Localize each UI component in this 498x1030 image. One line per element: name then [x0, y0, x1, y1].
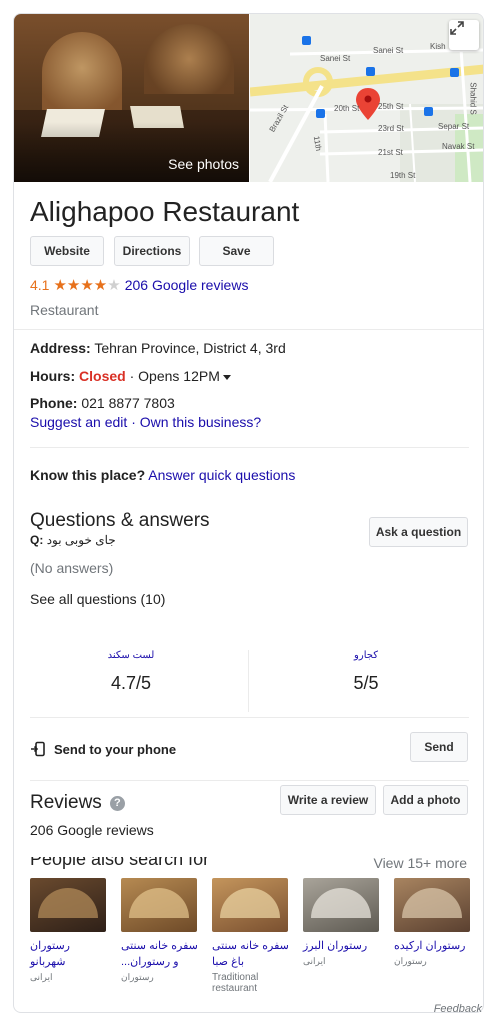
- ask-question-button[interactable]: Ask a question: [369, 517, 468, 547]
- separator-dot: ·: [131, 414, 136, 430]
- pas-item[interactable]: رستوران ارکیده رستوران: [394, 878, 472, 967]
- chevron-down-icon[interactable]: [222, 374, 231, 380]
- know-this-place: Know this place? Answer quick questions: [30, 467, 295, 483]
- reviews-link[interactable]: 206 Google reviews: [125, 277, 249, 293]
- pas-thumbnail: [303, 878, 379, 932]
- photo-decor-arch: [144, 24, 234, 94]
- address-label: Address:: [30, 340, 91, 356]
- star-rating-icon: ★★★★★: [53, 277, 121, 294]
- pas-name: سفره خانه سنتی و رستوران...: [121, 940, 198, 968]
- hours-status: Closed: [79, 368, 126, 384]
- see-photos-label[interactable]: See photos: [168, 156, 239, 172]
- map-label: 20th St: [334, 104, 360, 113]
- map-label: Separ St: [438, 122, 470, 131]
- phone-label: Phone:: [30, 395, 78, 411]
- review-source-name: کجارو: [354, 650, 378, 661]
- pas-item[interactable]: رستوران البرز ایرانی: [303, 878, 381, 967]
- send-to-phone-row: Send to your phone: [30, 741, 176, 757]
- website-button[interactable]: Website: [30, 236, 104, 266]
- map-label: Sanei St: [373, 46, 404, 55]
- pas-name: سفره خانه سنتی باغ صبا: [212, 940, 289, 968]
- phone-value[interactable]: 021 8877 7803: [81, 395, 174, 411]
- send-button[interactable]: Send: [410, 732, 468, 762]
- feedback-link[interactable]: Feedback: [434, 1003, 482, 1015]
- map-label: Navak St: [442, 142, 475, 151]
- qa-question-prefix: Q:: [30, 533, 44, 547]
- category-label: Restaurant: [30, 302, 99, 318]
- review-source-stat[interactable]: کجارو 5/5: [249, 650, 483, 694]
- review-source-name: لست سکند: [107, 650, 155, 661]
- map-label: 19th St: [390, 171, 416, 180]
- map-label: Kish: [430, 42, 446, 51]
- rating-value: 4.1: [30, 277, 50, 293]
- map-label: 25th St: [378, 102, 404, 111]
- pas-thumbnail: [121, 878, 197, 932]
- divider: [30, 717, 469, 718]
- pas-item[interactable]: سفره خانه سنتی و رستوران... رستوران: [121, 878, 199, 983]
- restaurant-photo[interactable]: See photos: [14, 14, 249, 182]
- photo-shade: [14, 122, 249, 182]
- reviews-heading-row: Reviews ?: [30, 792, 125, 814]
- place-title: Alighapoo Restaurant: [30, 196, 300, 227]
- hours-opens: · Opens 12PM: [129, 368, 220, 384]
- pas-item[interactable]: رستوران شهربانو ایرانی: [30, 878, 108, 983]
- edit-links: Suggest an edit · Own this business?: [30, 414, 261, 430]
- help-icon[interactable]: ?: [109, 795, 125, 811]
- map-label: 23rd St: [378, 124, 404, 133]
- know-label: Know this place?: [30, 467, 146, 483]
- own-business-link[interactable]: Own this business?: [140, 414, 261, 430]
- qa-no-answers: (No answers): [30, 560, 114, 576]
- pas-thumbnail: [212, 878, 288, 932]
- review-source-stat[interactable]: لست سکند 4.7/5: [14, 650, 248, 694]
- pas-item[interactable]: سفره خانه سنتی باغ صبا Traditional resta…: [212, 878, 290, 994]
- pas-sub: Traditional restaurant: [212, 972, 259, 994]
- address-line: Address: Tehran Province, District 4, 3r…: [30, 340, 286, 356]
- hours-line[interactable]: Hours: Closed · Opens 12PM: [30, 368, 231, 384]
- pas-thumbnail: [30, 878, 106, 932]
- pas-name: رستوران ارکیده: [394, 940, 466, 952]
- hours-label: Hours:: [30, 368, 76, 384]
- pas-thumbnail: [394, 878, 470, 932]
- save-button[interactable]: Save: [199, 236, 274, 266]
- map-label: Shahid S: [468, 82, 478, 115]
- directions-button[interactable]: Directions: [114, 236, 190, 266]
- pas-title: People also search for: [30, 857, 210, 869]
- review-source-score: 5/5: [353, 673, 379, 693]
- qa-question[interactable]: Q: جای خوبی بود: [30, 533, 116, 547]
- pas-sub: ایرانی: [303, 956, 326, 966]
- pas-name: رستوران البرز: [303, 940, 368, 952]
- review-source-score: 4.7/5: [110, 673, 152, 693]
- rating-row: 4.1 ★★★★★ 206 Google reviews: [30, 276, 248, 294]
- expand-icon: [450, 21, 464, 35]
- divider: [30, 447, 469, 448]
- knowledge-panel: See photos Sanei St Sanei St Kish 20th S…: [13, 13, 484, 1013]
- see-all-questions-link[interactable]: See all questions (10): [30, 591, 165, 607]
- pas-sub: ایرانی: [30, 972, 53, 982]
- suggest-edit-link[interactable]: Suggest an edit: [30, 414, 127, 430]
- pas-name: رستوران شهربانو: [30, 940, 70, 968]
- pas-sub: رستوران: [121, 972, 154, 982]
- reviews-count-link[interactable]: 206 Google reviews: [30, 822, 154, 838]
- answer-questions-link[interactable]: Answer quick questions: [148, 467, 295, 483]
- qa-heading: Questions & answers: [30, 510, 210, 531]
- expand-map-button[interactable]: [449, 20, 479, 50]
- divider: [30, 780, 469, 781]
- pas-sub: رستوران: [394, 956, 427, 966]
- add-photo-button[interactable]: Add a photo: [383, 785, 468, 815]
- send-to-phone-label: Send to your phone: [54, 741, 177, 757]
- phone-line: Phone: 021 8877 7803: [30, 395, 175, 411]
- divider: [14, 329, 483, 330]
- qa-question-text: جای خوبی بود: [46, 533, 116, 547]
- send-to-phone-icon: [31, 741, 45, 757]
- map-preview[interactable]: Sanei St Sanei St Kish 20th St 25th St 2…: [250, 14, 483, 182]
- map-label: 21st St: [378, 148, 403, 157]
- map-label: Sanei St: [320, 54, 351, 63]
- view-more-link[interactable]: View 15+ more: [373, 855, 467, 871]
- address-value: Tehran Province, District 4, 3rd: [94, 340, 286, 356]
- reviews-heading: Reviews: [30, 792, 102, 813]
- media-header: See photos Sanei St Sanei St Kish 20th S…: [14, 14, 483, 182]
- write-review-button[interactable]: Write a review: [280, 785, 376, 815]
